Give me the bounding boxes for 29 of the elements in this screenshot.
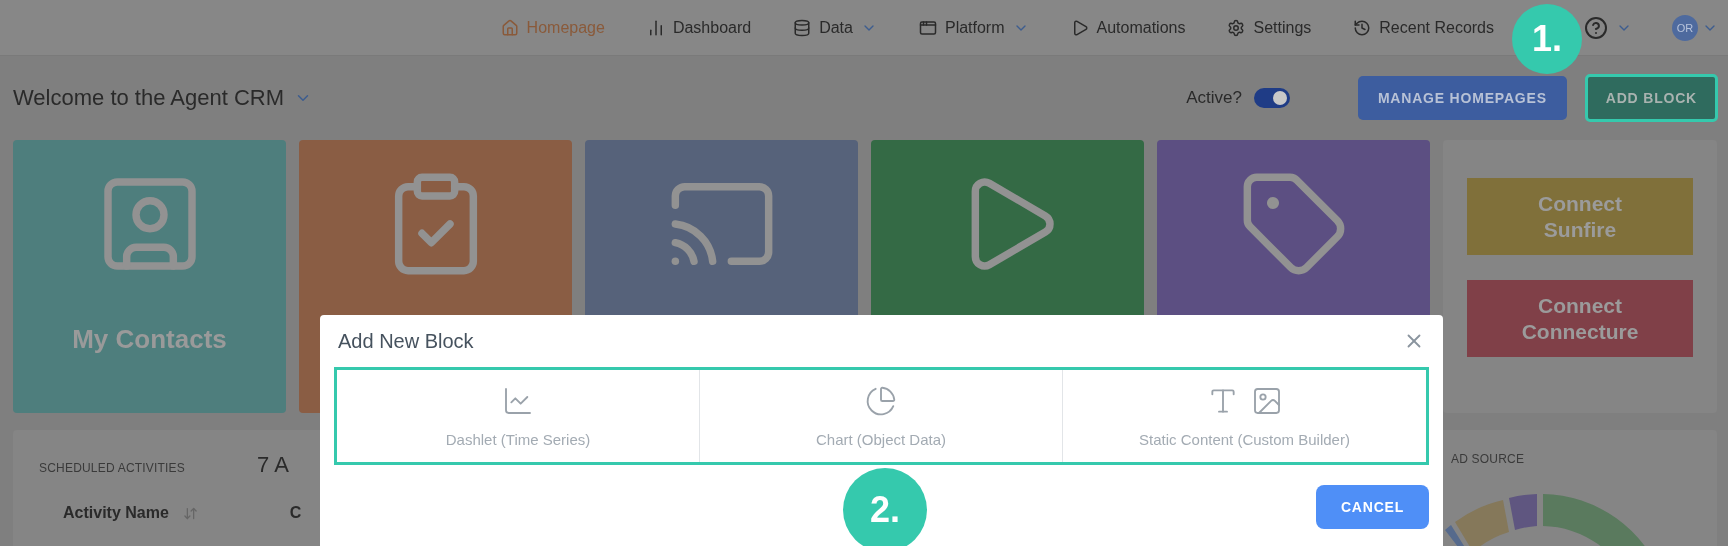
activity-count: 7 A: [257, 452, 289, 478]
active-label: Active?: [1186, 88, 1242, 108]
connect-button[interactable]: Connect Connecture: [1467, 280, 1693, 357]
nav-link[interactable]: Data: [793, 18, 877, 37]
nav-link[interactable]: Homepage: [500, 18, 605, 37]
manage-homepages-button[interactable]: MANAGE HOMEPAGES: [1357, 76, 1567, 120]
card-title: SCHEDULED ACTIVITIES: [39, 461, 186, 475]
nav-link[interactable]: Platform: [918, 18, 1029, 37]
column-header[interactable]: Activity Name: [63, 504, 169, 522]
page-title: Welcome to the Agent CRM: [13, 85, 285, 111]
option-label: Dashlet (Time Series): [445, 430, 591, 448]
block-option[interactable]: Dashlet (Time Series): [337, 370, 700, 462]
nav-link[interactable]: Automations: [1070, 18, 1186, 37]
connect-button[interactable]: Connect Sunfire: [1467, 178, 1693, 255]
nav-link[interactable]: Settings: [1227, 18, 1312, 37]
shortcut-tile[interactable]: My Contacts: [13, 140, 286, 413]
tile-label: My Contacts: [72, 324, 227, 355]
card-title: AD SOURCE: [1451, 452, 1525, 466]
option-label: Chart (Object Data): [815, 430, 946, 448]
dialog-title: Add New Block: [338, 329, 474, 353]
nav-link[interactable]: Dashboard: [646, 18, 752, 37]
add-block-button[interactable]: ADD BLOCK: [1584, 74, 1718, 122]
user-avatar[interactable]: OR: [1672, 14, 1698, 41]
option-label: Static Content (Custom Builder): [1139, 430, 1350, 448]
block-option[interactable]: Static Content (Custom Builder): [1063, 370, 1426, 462]
cancel-button[interactable]: CANCEL: [1316, 485, 1429, 529]
block-option[interactable]: Chart (Object Data): [700, 370, 1063, 462]
nav-link[interactable]: Recent Records: [1353, 18, 1494, 37]
column-header[interactable]: C: [289, 504, 302, 522]
